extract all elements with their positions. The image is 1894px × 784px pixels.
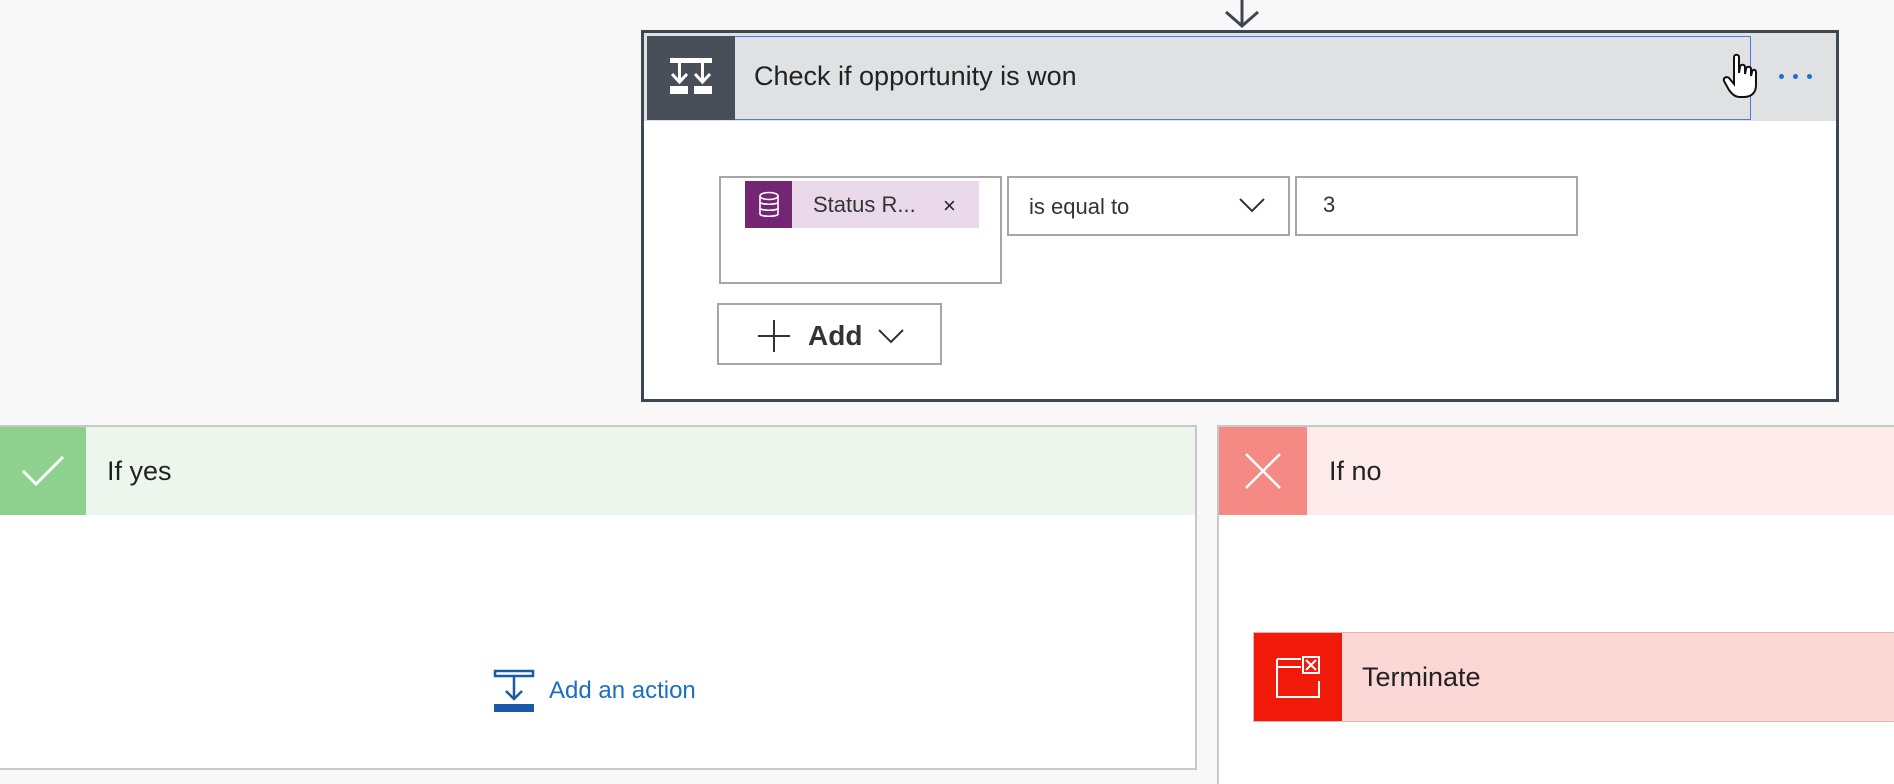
add-an-action-button[interactable]: Add an action: [493, 669, 696, 713]
condition-icon: [647, 36, 735, 120]
more-dot-icon: [1778, 73, 1784, 79]
database-icon: [745, 181, 792, 228]
connector-arrow-icon: [1225, 0, 1259, 28]
dynamic-content-token[interactable]: Status R... ×: [745, 181, 979, 228]
flow-designer-canvas: Check if opportunity is won Status R... …: [0, 0, 1894, 784]
more-dot-icon: [1806, 73, 1812, 79]
branch-if-yes-header[interactable]: If yes: [0, 427, 1195, 515]
close-icon: [1219, 427, 1307, 515]
add-row-button[interactable]: Add: [717, 303, 942, 365]
add-button-label: Add: [808, 320, 863, 351]
chevron-down-icon: [1239, 198, 1265, 213]
condition-title: Check if opportunity is won: [754, 61, 1077, 91]
token-label: Status R...: [813, 192, 916, 217]
checkmark-icon: [0, 427, 86, 515]
condition-value-input[interactable]: 3: [1295, 176, 1578, 236]
condition-operand-field[interactable]: Status R... ×: [719, 176, 1002, 284]
more-dot-icon: [1792, 73, 1798, 79]
plus-icon: [758, 320, 790, 352]
more-options-button[interactable]: [1770, 61, 1820, 91]
hand-cursor-icon: [1722, 53, 1757, 98]
branch-if-yes-title: If yes: [107, 456, 172, 486]
branch-if-no-title: If no: [1329, 456, 1382, 486]
operator-dropdown[interactable]: is equal to: [1007, 176, 1290, 236]
terminate-icon: [1254, 633, 1342, 721]
branch-if-yes: If yes Add an action: [0, 425, 1197, 770]
terminate-action-card[interactable]: Terminate: [1253, 632, 1894, 722]
operator-selected-value: is equal to: [1029, 194, 1130, 219]
condition-value-text: 3: [1323, 192, 1336, 217]
add-action-icon: [493, 669, 535, 712]
condition-header[interactable]: Check if opportunity is won: [644, 33, 1836, 121]
token-remove-button[interactable]: ×: [943, 195, 956, 217]
branch-if-no-header[interactable]: If no: [1219, 427, 1894, 515]
chevron-down-icon: [878, 329, 904, 344]
terminate-action-title: Terminate: [1362, 662, 1481, 692]
add-an-action-label: Add an action: [549, 677, 696, 704]
condition-card: Check if opportunity is won Status R... …: [641, 30, 1839, 402]
branch-if-no: If no Terminate: [1217, 425, 1894, 784]
